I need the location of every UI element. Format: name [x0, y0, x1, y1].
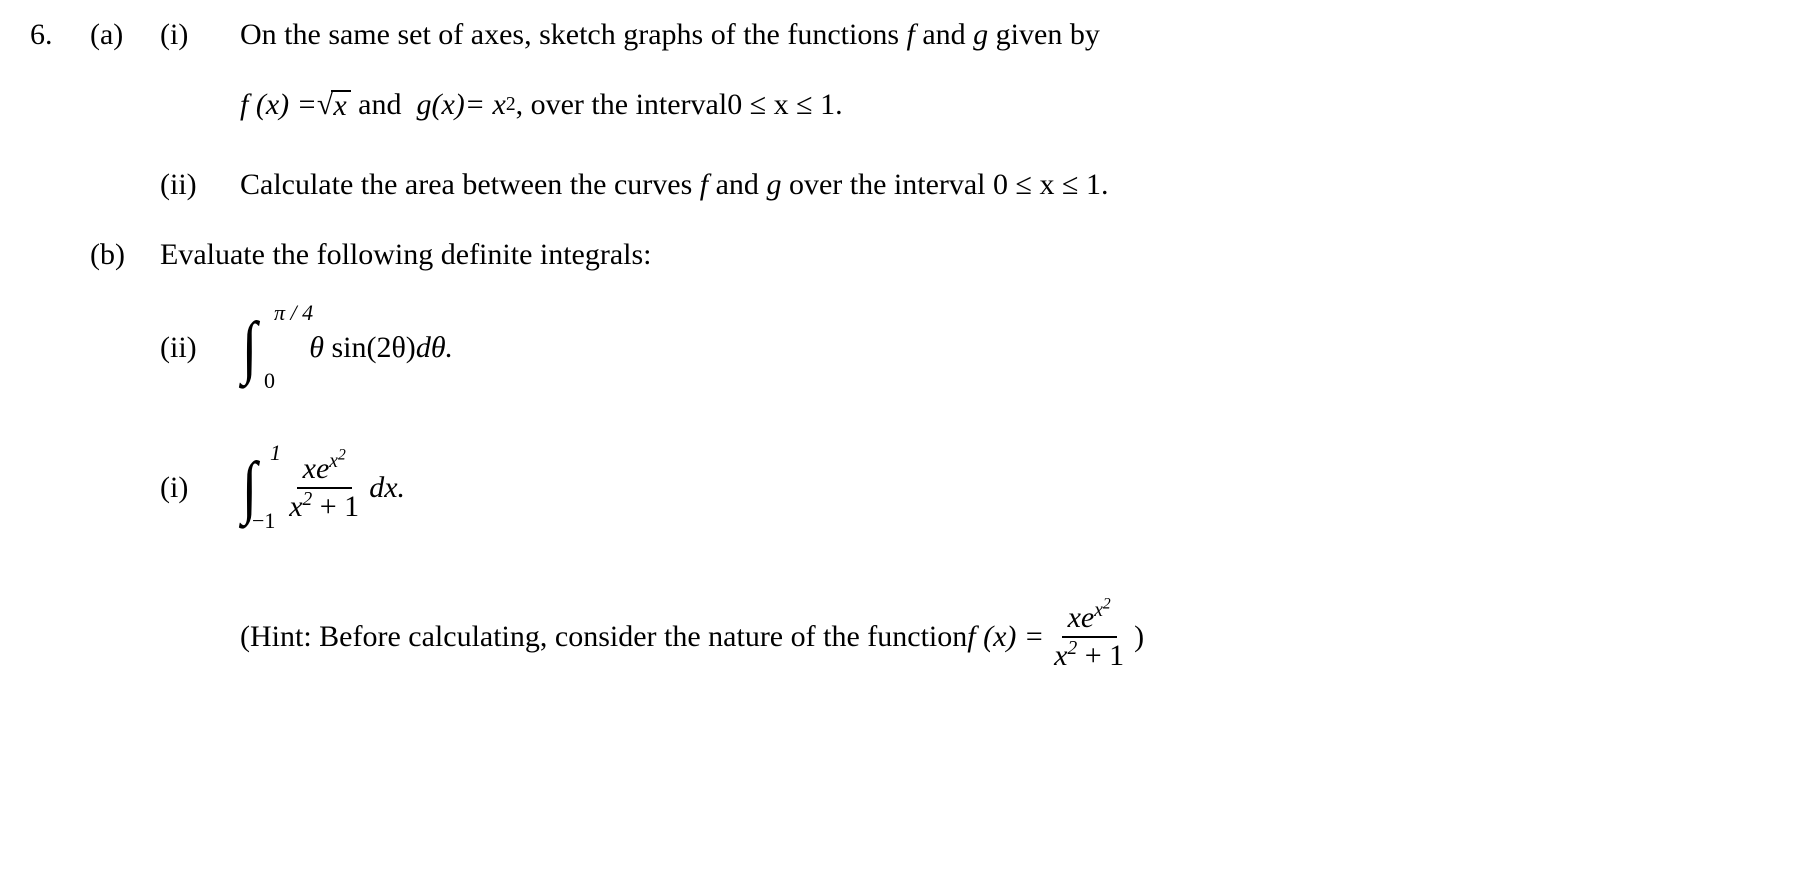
b-i-num-exp: x2	[329, 451, 345, 472]
hint-num-exp: x2	[1094, 600, 1110, 621]
hint-den-rest: + 1	[1077, 639, 1124, 672]
row-b-ii: (ii) ∫ π / 4 0 θ sin(2θ) dθ.	[160, 308, 1764, 388]
sqrt-icon: √ x	[317, 90, 351, 120]
row-hint: (Hint: Before calculating, consider the …	[240, 600, 1764, 674]
b-i-num-exp-base: x	[329, 451, 338, 472]
subpart-roman-i: (i)	[160, 18, 240, 52]
b-i-lower: −1	[252, 508, 275, 534]
eq-period: .	[835, 88, 843, 122]
hint-close: )	[1134, 620, 1144, 654]
a-ii-period: .	[1101, 168, 1109, 201]
b-i-num-exp-pow: 2	[338, 447, 346, 464]
eq-interval: 0 ≤ x ≤ 1	[727, 88, 835, 122]
row-6-a-i: 6. (a) (i) On the same set of axes, sket…	[30, 18, 1764, 52]
b-ii-integral: ∫ π / 4 0 θ sin(2θ) dθ.	[240, 308, 1764, 388]
eq-and: and	[351, 88, 417, 122]
a-ii-post: over the interval	[781, 168, 993, 201]
b-i-dx: dx.	[369, 471, 405, 505]
hint-denominator: x2 + 1	[1048, 638, 1130, 674]
b-i-integral: ∫ 1 −1 xex2 x2 + 1 dx.	[240, 448, 1764, 528]
question-number: 6.	[30, 18, 90, 52]
hint-numerator: xex2	[1062, 600, 1117, 638]
integral-b-ii: ∫ π / 4 0 θ sin(2θ) dθ.	[240, 308, 453, 388]
hint-den-exp: 2	[1067, 638, 1077, 659]
a-ii-pre: Calculate the area between the curves	[240, 168, 700, 201]
b-i-upper: 1	[270, 440, 281, 466]
row-b: (b) Evaluate the following definite inte…	[30, 238, 1764, 272]
b-ii-lower: 0	[264, 368, 275, 394]
hint-fraction: xex2 x2 + 1	[1048, 600, 1130, 674]
a-i-g: g	[973, 18, 988, 51]
part-letter-b: (b)	[90, 238, 160, 272]
subpart-roman-ii: (ii)	[160, 168, 240, 202]
b-ii-spacer	[324, 331, 332, 365]
b-ii-upper: π / 4	[274, 300, 313, 326]
b-ii-sin: sin(2θ)	[331, 331, 415, 365]
hint-pre: (Hint: Before calculating, consider the …	[240, 620, 967, 654]
a-i-text: On the same set of axes, sketch graphs o…	[240, 18, 1764, 52]
eq-interval-text: 0 ≤ x ≤ 1	[727, 88, 835, 121]
b-i-denominator: x2 + 1	[283, 489, 365, 525]
b-intro: Evaluate the following definite integral…	[160, 238, 1764, 272]
a-ii-f: f	[700, 168, 708, 201]
integral-b-i: ∫ 1 −1 xex2 x2 + 1 dx.	[240, 448, 405, 528]
integral-icon: ∫	[242, 308, 257, 388]
b-i-den-rest: + 1	[312, 490, 359, 523]
b-i-den-a: x	[289, 490, 302, 523]
b-i-roman: (i)	[160, 471, 240, 505]
a-i-f: f	[907, 18, 915, 51]
hint-num-exp-pow: 2	[1103, 596, 1111, 613]
b-ii-dtheta: dθ.	[416, 331, 453, 365]
a-ii-mid: and	[708, 168, 766, 201]
eq-g: g(x)= x	[417, 88, 506, 122]
a-ii-interval: 0 ≤ x ≤ 1	[993, 168, 1101, 201]
exam-question-6: 6. (a) (i) On the same set of axes, sket…	[0, 0, 1804, 724]
hint-den-a: x	[1054, 639, 1067, 672]
a-i-mid: and	[915, 18, 973, 51]
integral-sign-wrap-2: ∫ 1 −1	[240, 448, 259, 528]
b-ii-roman: (ii)	[160, 331, 240, 365]
a-ii-text: Calculate the area between the curves f …	[240, 168, 1764, 202]
b-i-fraction: xex2 x2 + 1	[283, 451, 365, 525]
a-i-post: given by	[988, 18, 1100, 51]
a-i-line1-pre: On the same set of axes, sketch graphs o…	[240, 18, 907, 51]
row-a-ii: (ii) Calculate the area between the curv…	[30, 168, 1764, 202]
eq-f-lhs: f (x) =	[240, 88, 317, 122]
b-i-den-exp: 2	[303, 489, 313, 510]
b-i-numerator: xex2	[297, 451, 352, 489]
sqrt-arg: x	[331, 90, 350, 120]
row-b-i: (i) ∫ 1 −1 xex2 x2 + 1 dx.	[160, 448, 1764, 528]
hint-num-a: xe	[1068, 601, 1095, 634]
b-ii-theta: θ	[309, 331, 324, 365]
a-ii-g: g	[766, 168, 781, 201]
b-i-num-a: xe	[303, 452, 330, 485]
hint-num-exp-base: x	[1094, 600, 1103, 621]
integral-sign-wrap: ∫ π / 4 0	[240, 308, 259, 388]
hint-f: f (x) =	[967, 620, 1044, 654]
a-i-equation: f (x) = √ x and g(x)= x2 , over the inte…	[240, 88, 1764, 122]
eq-interval-pre: , over the interval	[516, 88, 728, 122]
part-letter-a: (a)	[90, 18, 160, 52]
